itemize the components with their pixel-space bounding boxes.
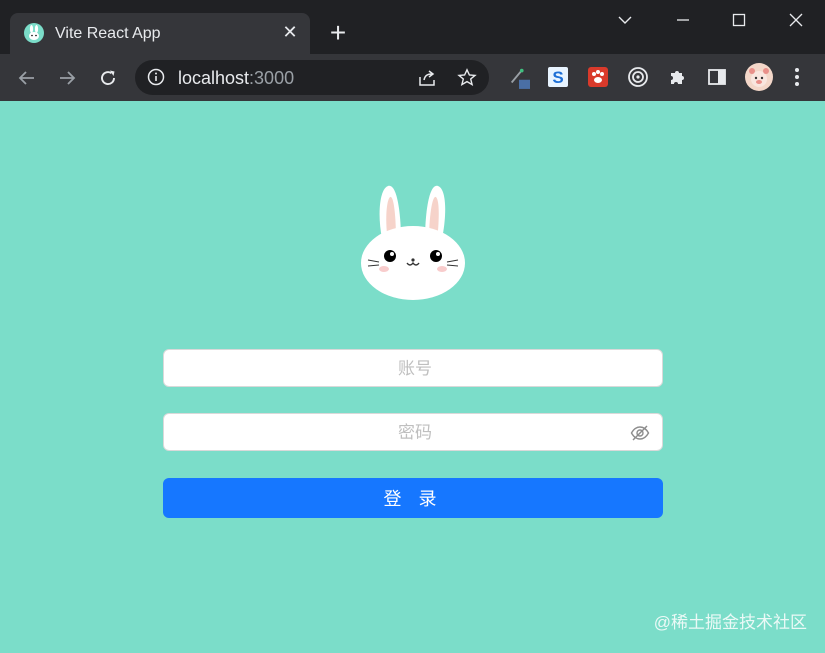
url-text: localhost:3000 [178,68,294,89]
rabbit-favicon-icon [24,23,44,43]
forward-arrow-icon[interactable] [54,65,80,91]
maximize-icon[interactable] [724,8,754,32]
eye-hidden-icon[interactable] [630,423,650,448]
more-menu-icon[interactable] [786,66,808,88]
browser-tab[interactable]: Vite React App ✕ [10,13,310,54]
tab-title: Vite React App [55,25,161,42]
page-content: 登 录 @稀土掘金技术社区 [0,101,825,653]
s-extension-icon[interactable]: S [547,66,569,88]
url-host: localhost [178,68,250,88]
tab-search-chevron-icon[interactable] [610,8,640,32]
paw-extension-icon[interactable] [587,66,609,88]
back-arrow-icon[interactable] [14,65,40,91]
svg-text:S: S [552,68,563,87]
share-icon[interactable] [416,67,438,89]
bookmark-star-icon[interactable] [456,67,478,89]
reload-icon[interactable] [95,65,121,91]
username-field[interactable] [163,349,666,388]
browser-toolbar: localhost:3000 S [0,54,825,101]
target-extension-icon[interactable] [627,66,649,88]
profile-avatar[interactable] [745,63,773,91]
close-window-icon[interactable] [781,8,811,32]
site-info-icon[interactable] [147,68,165,91]
address-bar[interactable]: localhost:3000 [135,60,489,95]
browser-titlebar: Vite React App ✕ + [0,0,825,54]
password-input[interactable] [164,414,666,452]
watermark-text: @稀土掘金技术社区 [653,613,807,632]
side-panel-icon[interactable] [706,66,728,88]
username-input[interactable] [164,350,666,388]
tab-close-icon[interactable]: ✕ [280,21,300,43]
rabbit-logo-icon [355,183,471,306]
eyedropper-extension-icon[interactable] [508,66,530,89]
new-tab-button[interactable]: + [326,19,350,47]
extensions-puzzle-icon[interactable] [667,66,689,88]
minimize-icon[interactable] [668,8,698,32]
password-field[interactable] [163,413,666,452]
url-port: :3000 [249,68,295,88]
login-button[interactable]: 登 录 [163,478,663,518]
